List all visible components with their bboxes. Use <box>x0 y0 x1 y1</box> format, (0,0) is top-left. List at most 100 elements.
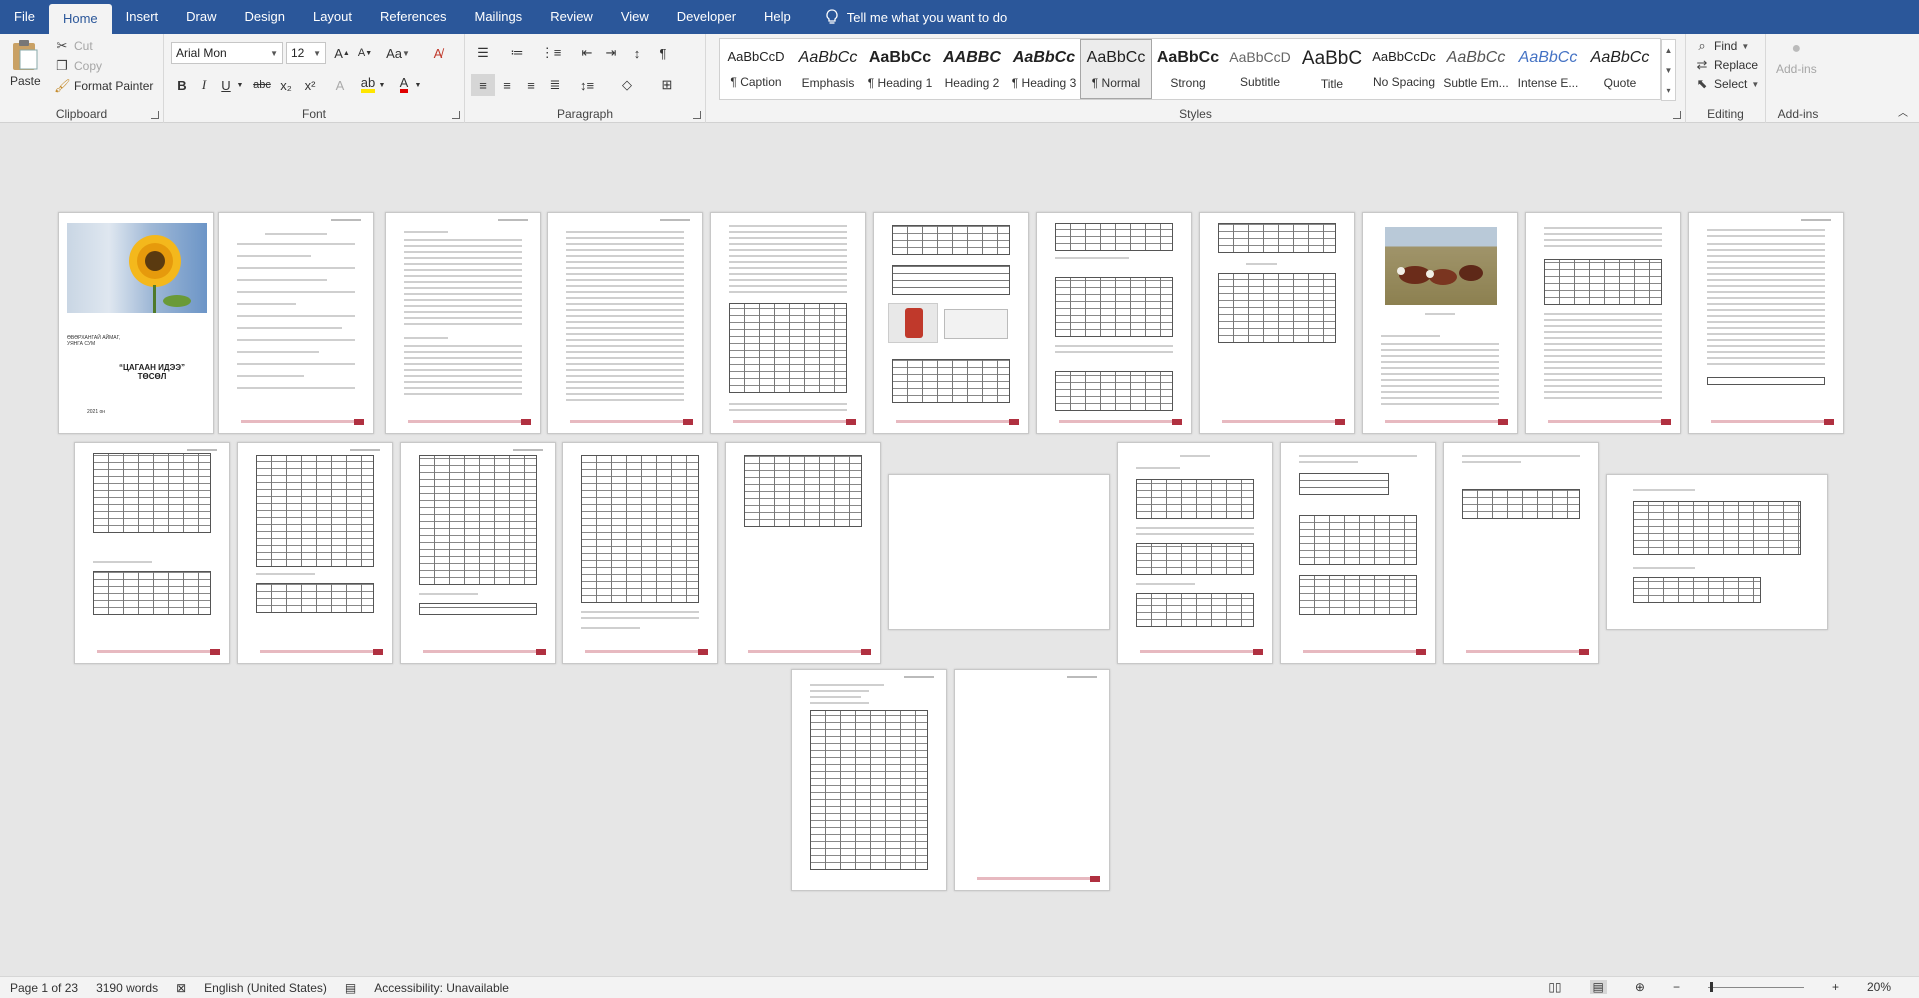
page-22[interactable] <box>791 669 947 891</box>
page-20[interactable] <box>1443 442 1599 664</box>
tell-me-search[interactable]: Tell me what you want to do <box>805 0 1007 34</box>
font-launcher[interactable] <box>452 111 460 119</box>
page-15[interactable] <box>562 442 718 664</box>
page-9[interactable] <box>1362 212 1518 434</box>
align-right-button[interactable]: ≡ <box>519 74 543 96</box>
font-name-combo[interactable]: Arial Mon ▼ <box>171 42 283 64</box>
style-no-spacing[interactable]: AaBbCcDc No Spacing <box>1368 39 1440 99</box>
shading-button[interactable]: ◇ <box>615 74 639 96</box>
style-subtle-emphasis[interactable]: AaBbCc Subtle Em... <box>1440 39 1512 99</box>
line-spacing-button[interactable]: ↕≡ <box>575 74 599 96</box>
style-strong[interactable]: AaBbCc Strong <box>1152 39 1224 99</box>
tab-design[interactable]: Design <box>231 0 299 34</box>
tab-layout[interactable]: Layout <box>299 0 366 34</box>
styles-launcher[interactable] <box>1673 111 1681 119</box>
cut-button[interactable]: ✂ Cut <box>54 38 93 54</box>
style-heading-3[interactable]: AaBbCc ¶ Heading 3 <box>1008 39 1080 99</box>
align-center-button[interactable]: ≡ <box>495 74 519 96</box>
page-5[interactable] <box>710 212 866 434</box>
zoom-slider[interactable] <box>1707 981 1804 992</box>
page-1-cover[interactable]: ӨВӨРХАНГАЙ АЙМАГ, УЯНГА СУМ “ЦАГААН ИДЭЭ… <box>58 212 214 434</box>
web-layout-icon[interactable]: ⊕ <box>1635 980 1645 994</box>
style-title[interactable]: AaBbC Title <box>1296 39 1368 99</box>
style-intense-emphasis[interactable]: AaBbCc Intense E... <box>1512 39 1584 99</box>
underline-dropdown[interactable]: ▼ <box>234 74 246 96</box>
superscript-button[interactable]: x² <box>298 74 322 96</box>
borders-button[interactable]: ⊞ <box>655 74 679 96</box>
page-12[interactable] <box>74 442 230 664</box>
decrease-indent-button[interactable]: ⇤ <box>575 42 599 64</box>
page-3[interactable] <box>385 212 541 434</box>
shrink-font-button[interactable]: A ▼ <box>353 42 377 64</box>
increase-indent-button[interactable]: ⇥ <box>599 42 623 64</box>
page-6[interactable] <box>873 212 1029 434</box>
zoom-out-button[interactable]: − <box>1673 980 1680 994</box>
page-11[interactable] <box>1688 212 1844 434</box>
page-18[interactable] <box>1117 442 1273 664</box>
style-quote[interactable]: AaBbCc Quote <box>1584 39 1656 99</box>
clipboard-launcher[interactable] <box>151 111 159 119</box>
tab-references[interactable]: References <box>366 0 460 34</box>
style-heading-1[interactable]: AaBbCc ¶ Heading 1 <box>864 39 936 99</box>
font-color-dropdown[interactable]: ▼ <box>412 74 424 96</box>
paragraph-launcher[interactable] <box>693 111 701 119</box>
page-8[interactable] <box>1199 212 1355 434</box>
tab-file[interactable]: File <box>0 0 49 34</box>
tab-home[interactable]: Home <box>48 4 112 34</box>
page-4[interactable] <box>547 212 703 434</box>
change-case-button[interactable]: Aa ▼ <box>382 42 414 64</box>
highlight-dropdown[interactable]: ▼ <box>376 74 388 96</box>
style-caption[interactable]: AaBbCcD ¶ Caption <box>720 39 792 99</box>
tab-help[interactable]: Help <box>750 0 805 34</box>
format-painter-button[interactable]: 🖌 Format Painter <box>54 78 153 94</box>
numbering-button[interactable]: ≔ <box>505 42 529 64</box>
page-2[interactable] <box>218 212 374 434</box>
text-effects-button[interactable]: A <box>328 74 352 96</box>
align-left-button[interactable]: ≡ <box>471 74 495 96</box>
bold-button[interactable]: B <box>170 74 194 96</box>
font-size-combo[interactable]: 12 ▼ <box>286 42 326 64</box>
page-23[interactable] <box>954 669 1110 891</box>
word-count[interactable]: 3190 words <box>96 981 158 995</box>
tab-developer[interactable]: Developer <box>663 0 750 34</box>
accessibility-status[interactable]: Accessibility: Unavailable <box>374 981 509 995</box>
replace-button[interactable]: ⇄ Replace <box>1694 57 1758 73</box>
style-normal[interactable]: AaBbCc ¶ Normal <box>1080 39 1152 99</box>
style-heading-2[interactable]: AABBC Heading 2 <box>936 39 1008 99</box>
strikethrough-button[interactable]: abc <box>250 74 274 96</box>
bullets-button[interactable]: ☰ <box>471 42 495 64</box>
page-count[interactable]: Page 1 of 23 <box>10 981 78 995</box>
tab-mailings[interactable]: Mailings <box>461 0 537 34</box>
read-mode-icon[interactable]: ▯▯ <box>1548 980 1561 994</box>
grow-font-button[interactable]: A ▲ <box>330 42 354 64</box>
collapse-ribbon-button[interactable]: ︿ <box>1898 104 1908 119</box>
page-16[interactable] <box>725 442 881 664</box>
show-marks-button[interactable]: ¶ <box>651 42 675 64</box>
page-19[interactable] <box>1280 442 1436 664</box>
clear-formatting-button[interactable]: A̸ <box>426 42 450 64</box>
macro-icon[interactable]: ▤ <box>345 981 356 995</box>
justify-button[interactable]: ≣ <box>543 74 567 96</box>
tab-draw[interactable]: Draw <box>172 0 230 34</box>
proofing-icon[interactable]: ⊠ <box>176 981 186 995</box>
print-layout-icon[interactable]: ▤ <box>1589 980 1607 994</box>
page-7[interactable] <box>1036 212 1192 434</box>
find-button[interactable]: ⌕ Find ▼ <box>1694 38 1749 54</box>
page-21-landscape[interactable] <box>1606 474 1828 630</box>
zoom-level[interactable]: 20% <box>1867 980 1891 994</box>
style-emphasis[interactable]: AaBbCc Emphasis <box>792 39 864 99</box>
addins-button[interactable]: ● Add-ins <box>1776 40 1817 76</box>
subscript-button[interactable]: x₂ <box>274 74 298 96</box>
tab-review[interactable]: Review <box>536 0 607 34</box>
italic-button[interactable]: I <box>192 74 216 96</box>
zoom-thumb[interactable] <box>1709 981 1713 992</box>
multilevel-list-button[interactable]: ⋮≡ <box>539 42 563 64</box>
copy-button[interactable]: ❐ Copy <box>54 58 102 74</box>
tab-insert[interactable]: Insert <box>112 0 173 34</box>
select-button[interactable]: ⬉ Select ▼ <box>1694 76 1760 92</box>
document-area[interactable]: ӨВӨРХАНГАЙ АЙМАГ, УЯНГА СУМ “ЦАГААН ИДЭЭ… <box>0 124 1919 976</box>
tab-view[interactable]: View <box>607 0 663 34</box>
styles-gallery-scroll[interactable]: ▲ ▼ ▾ <box>1661 39 1676 101</box>
page-10[interactable] <box>1525 212 1681 434</box>
page-17-landscape[interactable] <box>888 474 1110 630</box>
